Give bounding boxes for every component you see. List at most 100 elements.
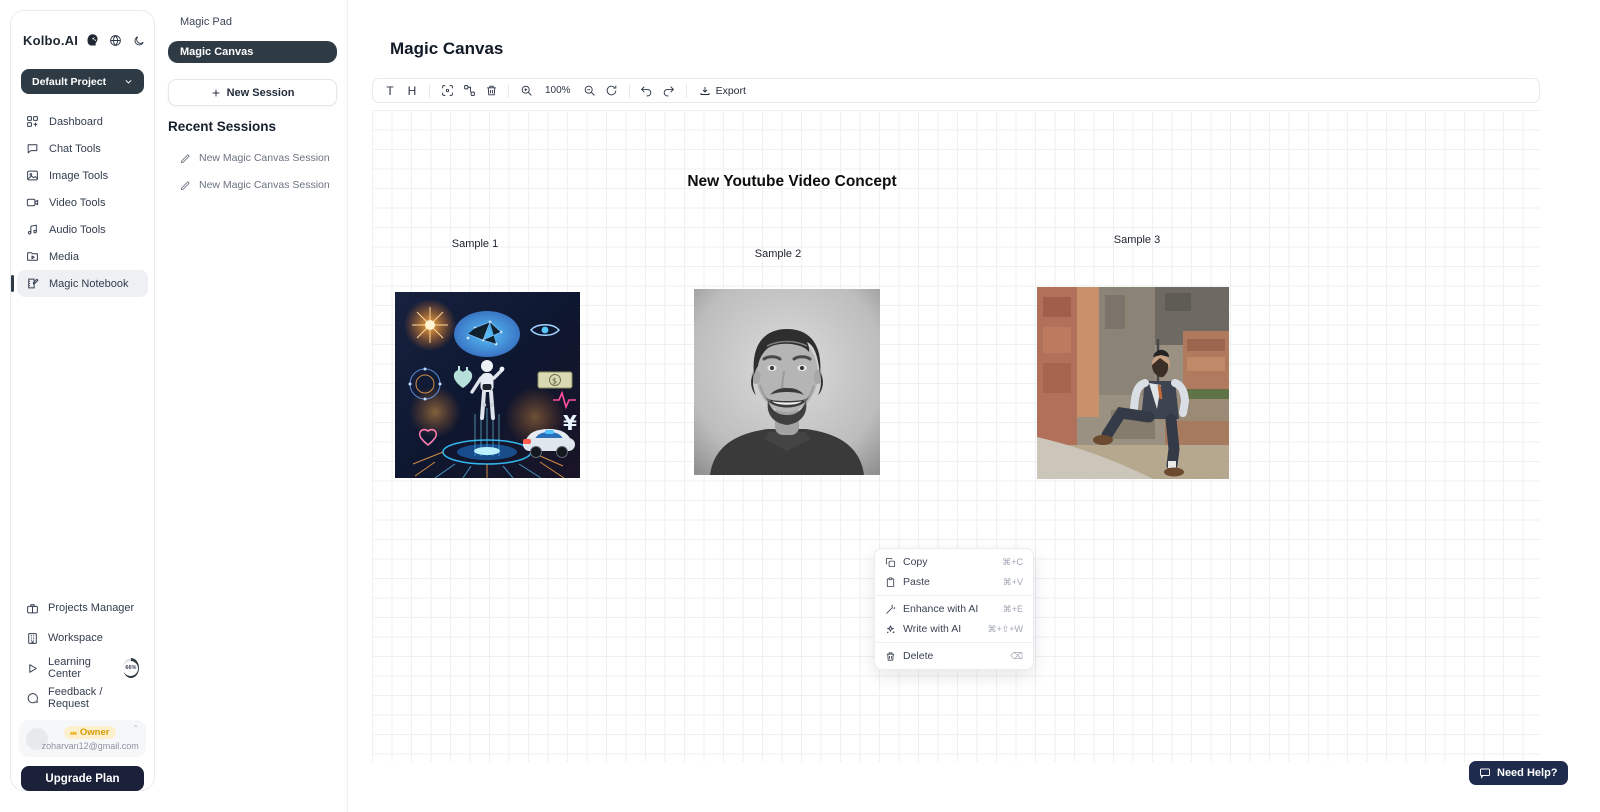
context-menu-divider xyxy=(875,642,1033,643)
reset-view-button[interactable] xyxy=(601,80,623,101)
sidebar-item-label: Dashboard xyxy=(49,116,103,128)
dashboard-icon xyxy=(26,115,39,128)
sidebar-item-audio-tools[interactable]: Audio Tools xyxy=(17,216,148,243)
toolbar-divider xyxy=(686,84,687,98)
sample-3-label[interactable]: Sample 3 xyxy=(1114,234,1160,246)
sessions-panel: Magic Pad Magic Canvas New Session Recen… xyxy=(156,0,348,812)
sidebar-item-label: Learning Center xyxy=(48,656,112,680)
user-card-caret-icon: ⌃ xyxy=(132,724,139,733)
project-selector-label: Default Project xyxy=(32,76,106,88)
context-menu-paste[interactable]: Paste ⌘+V xyxy=(875,572,1033,592)
context-menu-divider xyxy=(875,595,1033,596)
building-icon xyxy=(26,632,39,645)
clipboard-icon xyxy=(885,577,896,588)
zoom-out-button[interactable] xyxy=(579,80,601,101)
help-chat-icon xyxy=(1479,767,1491,779)
role-badge: Owner xyxy=(64,726,117,739)
sidebar-item-video-tools[interactable]: Video Tools xyxy=(17,189,148,216)
moon-icon[interactable] xyxy=(133,35,145,47)
toolbar-divider xyxy=(508,84,509,98)
page-title: Magic Canvas xyxy=(390,39,503,59)
audio-icon xyxy=(26,223,39,236)
magic-canvas-item-selected[interactable]: Magic Canvas xyxy=(168,41,337,63)
context-menu: Copy ⌘+C Paste ⌘+V Enhance with AI ⌘+E W… xyxy=(874,548,1034,670)
brand-logo-text: Kolbo.AI xyxy=(23,33,78,48)
trash-icon xyxy=(885,651,896,662)
export-button[interactable]: Export xyxy=(693,85,752,97)
shortcut: ⌘+⇧+W xyxy=(987,624,1023,635)
recent-sessions-title: Recent Sessions xyxy=(168,119,276,134)
sparkles-icon xyxy=(885,624,896,635)
learning-progress-value: 66% xyxy=(123,661,138,676)
brand-head-icon xyxy=(85,33,100,48)
project-selector[interactable]: Default Project xyxy=(21,69,144,94)
sidebar-item-label: Workspace xyxy=(48,632,103,644)
crown-icon xyxy=(69,728,78,737)
svg-text:$: $ xyxy=(552,377,557,386)
sample-1-image-ai-robot[interactable]: $ ¥ xyxy=(395,292,580,478)
sidebar-footer-nav: Projects Manager Workspace Learning Cent… xyxy=(17,593,148,713)
sidebar-item-projects-manager[interactable]: Projects Manager xyxy=(17,593,148,623)
feedback-icon xyxy=(26,692,39,705)
pencil-icon xyxy=(180,153,191,164)
sidebar-item-label: Projects Manager xyxy=(48,602,134,614)
play-icon xyxy=(26,662,39,675)
magic-pad-item[interactable]: Magic Pad xyxy=(180,16,232,28)
shortcut: ⌫ xyxy=(1010,651,1023,662)
sidebar-item-label: Image Tools xyxy=(49,170,108,182)
image-icon xyxy=(26,169,39,182)
sidebar-item-feedback[interactable]: Feedback / Request xyxy=(17,683,148,713)
sample-2-image-portrait[interactable] xyxy=(694,289,880,475)
chevron-down-icon xyxy=(124,77,133,86)
download-icon xyxy=(699,85,711,97)
zoom-level: 100% xyxy=(537,85,579,96)
zoom-in-button[interactable] xyxy=(515,80,537,101)
toolbar-divider xyxy=(629,84,630,98)
user-card[interactable]: Owner zoharvan12@gmail.com ⌃ xyxy=(19,720,146,757)
text-tool-button[interactable]: T xyxy=(379,80,401,101)
sidebar-item-dashboard[interactable]: Dashboard xyxy=(17,108,148,135)
undo-button[interactable] xyxy=(636,80,658,101)
shortcut: ⌘+C xyxy=(1002,557,1023,568)
sample-1-label[interactable]: Sample 1 xyxy=(452,238,498,250)
chat-icon xyxy=(26,142,39,155)
canvas-heading[interactable]: New Youtube Video Concept xyxy=(687,173,896,191)
session-list-item[interactable]: New Magic Canvas Session xyxy=(180,179,330,191)
media-icon xyxy=(26,250,39,263)
context-menu-copy[interactable]: Copy ⌘+C xyxy=(875,552,1033,572)
select-area-button[interactable] xyxy=(436,80,458,101)
redo-button[interactable] xyxy=(658,80,680,101)
svg-text:¥: ¥ xyxy=(563,411,577,435)
sidebar-item-image-tools[interactable]: Image Tools xyxy=(17,162,148,189)
context-menu-delete[interactable]: Delete ⌫ xyxy=(875,646,1033,666)
need-help-button[interactable]: Need Help? xyxy=(1469,761,1568,785)
connector-tool-button[interactable] xyxy=(458,80,480,101)
sidebar-item-learning-center[interactable]: Learning Center 66% xyxy=(17,653,148,683)
sidebar-item-chat-tools[interactable]: Chat Tools xyxy=(17,135,148,162)
context-menu-write-with-ai[interactable]: Write with AI ⌘+⇧+W xyxy=(875,619,1033,639)
heading-tool-button[interactable]: H xyxy=(401,80,423,101)
app-root: Kolbo.AI Default Project Dashb xyxy=(0,0,1600,812)
sidebar-item-label: Magic Notebook xyxy=(49,278,129,290)
globe-icon[interactable] xyxy=(109,34,122,47)
shortcut: ⌘+V xyxy=(1003,577,1023,588)
sidebar-item-media[interactable]: Media xyxy=(17,243,148,270)
sidebar-item-magic-notebook[interactable]: Magic Notebook xyxy=(17,270,148,297)
session-list-item[interactable]: New Magic Canvas Session xyxy=(180,152,330,164)
notebook-icon xyxy=(26,277,39,290)
context-menu-enhance-with-ai[interactable]: Enhance with AI ⌘+E xyxy=(875,599,1033,619)
upgrade-plan-button[interactable]: Upgrade Plan xyxy=(21,766,144,791)
learning-progress-ring: 66% xyxy=(123,658,139,678)
magic-canvas-grid[interactable]: New Youtube Video Concept Sample 1 Sampl… xyxy=(372,110,1540,762)
copy-icon xyxy=(885,557,896,568)
brand-row: Kolbo.AI xyxy=(23,33,144,48)
new-session-button[interactable]: New Session xyxy=(168,79,337,106)
delete-tool-button[interactable] xyxy=(480,80,502,101)
user-email: zoharvan12@gmail.com xyxy=(42,741,139,751)
canvas-toolbar: T H 100% Export xyxy=(372,78,1540,103)
sidebar-item-workspace[interactable]: Workspace xyxy=(17,623,148,653)
sample-3-image-man-on-ruins[interactable] xyxy=(1037,287,1229,479)
sample-2-label[interactable]: Sample 2 xyxy=(755,248,801,260)
sidebar-item-label: Audio Tools xyxy=(49,224,106,236)
sidebar: Kolbo.AI Default Project Dashb xyxy=(10,10,155,791)
